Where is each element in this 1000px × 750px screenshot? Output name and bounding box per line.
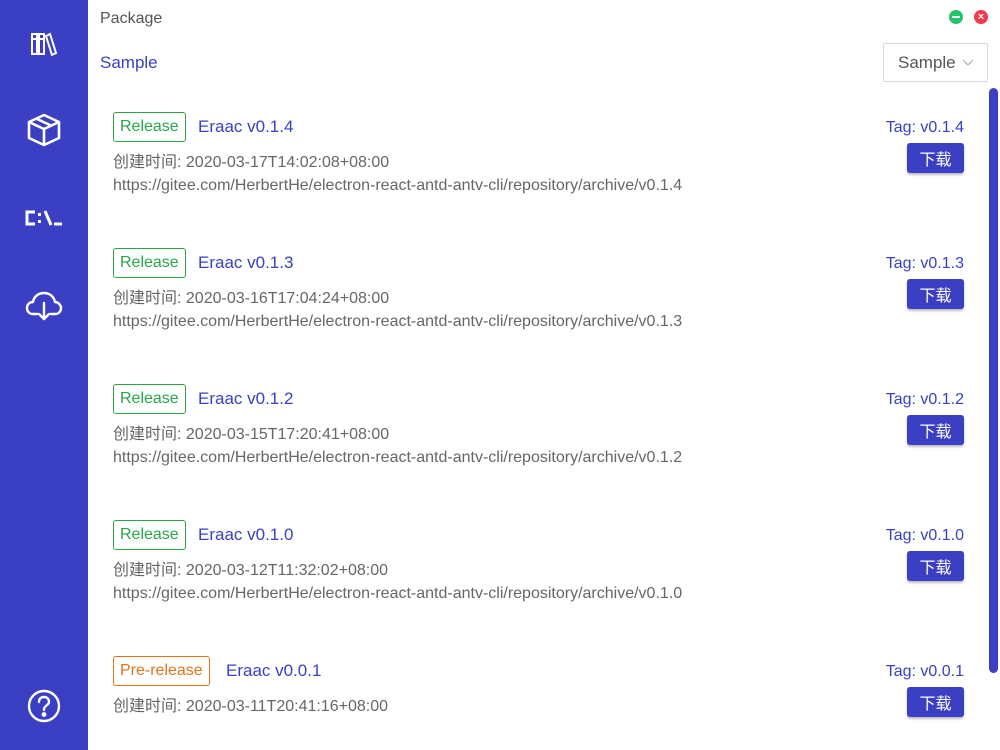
- download-button[interactable]: 下载: [907, 687, 964, 717]
- list-item: Release Eraac v0.1.3 创建时间: 2020-03-16T17…: [88, 228, 988, 364]
- archive-url[interactable]: https://gitee.com/HerbertHe/electron-rea…: [113, 177, 682, 195]
- books-icon: [30, 31, 58, 57]
- box-icon: [26, 112, 62, 148]
- sidebar-item-console[interactable]: [22, 196, 66, 240]
- minimize-button[interactable]: [949, 10, 963, 24]
- scrollbar-thumb[interactable]: [989, 88, 998, 673]
- sidebar: [0, 0, 88, 750]
- archive-url[interactable]: https://gitee.com/HerbertHe/electron-rea…: [113, 313, 682, 331]
- release-type-tag: Release: [113, 112, 186, 142]
- help-button[interactable]: [22, 684, 66, 728]
- list-item: Release Eraac v0.1.4 创建时间: 2020-03-17T14…: [88, 92, 988, 228]
- tag-version: Tag: v0.1.2: [885, 391, 964, 408]
- close-icon: ×: [977, 11, 985, 23]
- help-icon: [27, 689, 61, 723]
- release-name[interactable]: Eraac v0.1.4: [198, 117, 293, 137]
- close-button[interactable]: ×: [974, 10, 988, 24]
- sidebar-item-cloud-download[interactable]: [22, 284, 66, 328]
- release-name[interactable]: Eraac v0.1.0: [198, 525, 293, 545]
- archive-url[interactable]: https://gitee.com/HerbertHe/electron-rea…: [113, 585, 682, 603]
- created-time: 创建时间: 2020-03-17T14:02:08+08:00: [113, 154, 390, 171]
- created-time: 创建时间: 2020-03-12T11:32:02+08:00: [113, 562, 388, 579]
- download-button[interactable]: 下载: [907, 279, 964, 309]
- terminal-icon: [24, 208, 64, 228]
- release-name[interactable]: Eraac v0.1.3: [198, 253, 293, 273]
- release-name[interactable]: Eraac v0.0.1: [226, 661, 321, 681]
- minimize-icon: [952, 16, 960, 18]
- created-time: 创建时间: 2020-03-15T17:20:41+08:00: [113, 426, 390, 443]
- release-type-tag: Release: [113, 248, 186, 278]
- list-item: Release Eraac v0.1.2 创建时间: 2020-03-15T17…: [88, 364, 988, 500]
- created-time: 创建时间: 2020-03-11T20:41:16+08:00: [113, 698, 388, 715]
- window-title: Package: [100, 10, 163, 27]
- release-list: Release Eraac v0.1.4 创建时间: 2020-03-17T14…: [88, 92, 988, 750]
- app-window: Package × Sample Sample Release Eraac v0…: [0, 0, 1000, 750]
- breadcrumb[interactable]: Sample: [100, 53, 158, 73]
- archive-url[interactable]: https://gitee.com/HerbertHe/electron-rea…: [113, 449, 682, 467]
- repo-select[interactable]: Sample: [883, 43, 988, 82]
- release-name[interactable]: Eraac v0.1.2: [198, 389, 293, 409]
- cloud-download-icon: [25, 290, 63, 322]
- download-button[interactable]: 下载: [907, 415, 964, 445]
- created-time: 创建时间: 2020-03-16T17:04:24+08:00: [113, 290, 390, 307]
- release-type-tag: Release: [113, 520, 186, 550]
- sidebar-item-library[interactable]: [22, 22, 66, 66]
- chevron-down-icon: [962, 56, 974, 70]
- list-item: Pre-release Eraac v0.0.1 创建时间: 2020-03-1…: [88, 636, 988, 750]
- list-item: Release Eraac v0.1.0 创建时间: 2020-03-12T11…: [88, 500, 988, 636]
- tag-version: Tag: v0.1.3: [885, 255, 964, 272]
- download-button[interactable]: 下载: [907, 143, 964, 173]
- release-type-tag: Pre-release: [113, 656, 210, 686]
- tag-version: Tag: v0.0.1: [885, 663, 964, 680]
- sidebar-item-package[interactable]: [22, 108, 66, 152]
- release-type-tag: Release: [113, 384, 186, 414]
- repo-select-value: Sample: [898, 52, 956, 72]
- download-button[interactable]: 下载: [907, 551, 964, 581]
- main-panel: Package × Sample Sample Release Eraac v0…: [88, 0, 1000, 750]
- tag-version: Tag: v0.1.4: [885, 119, 964, 136]
- tag-version: Tag: v0.1.0: [885, 527, 964, 544]
